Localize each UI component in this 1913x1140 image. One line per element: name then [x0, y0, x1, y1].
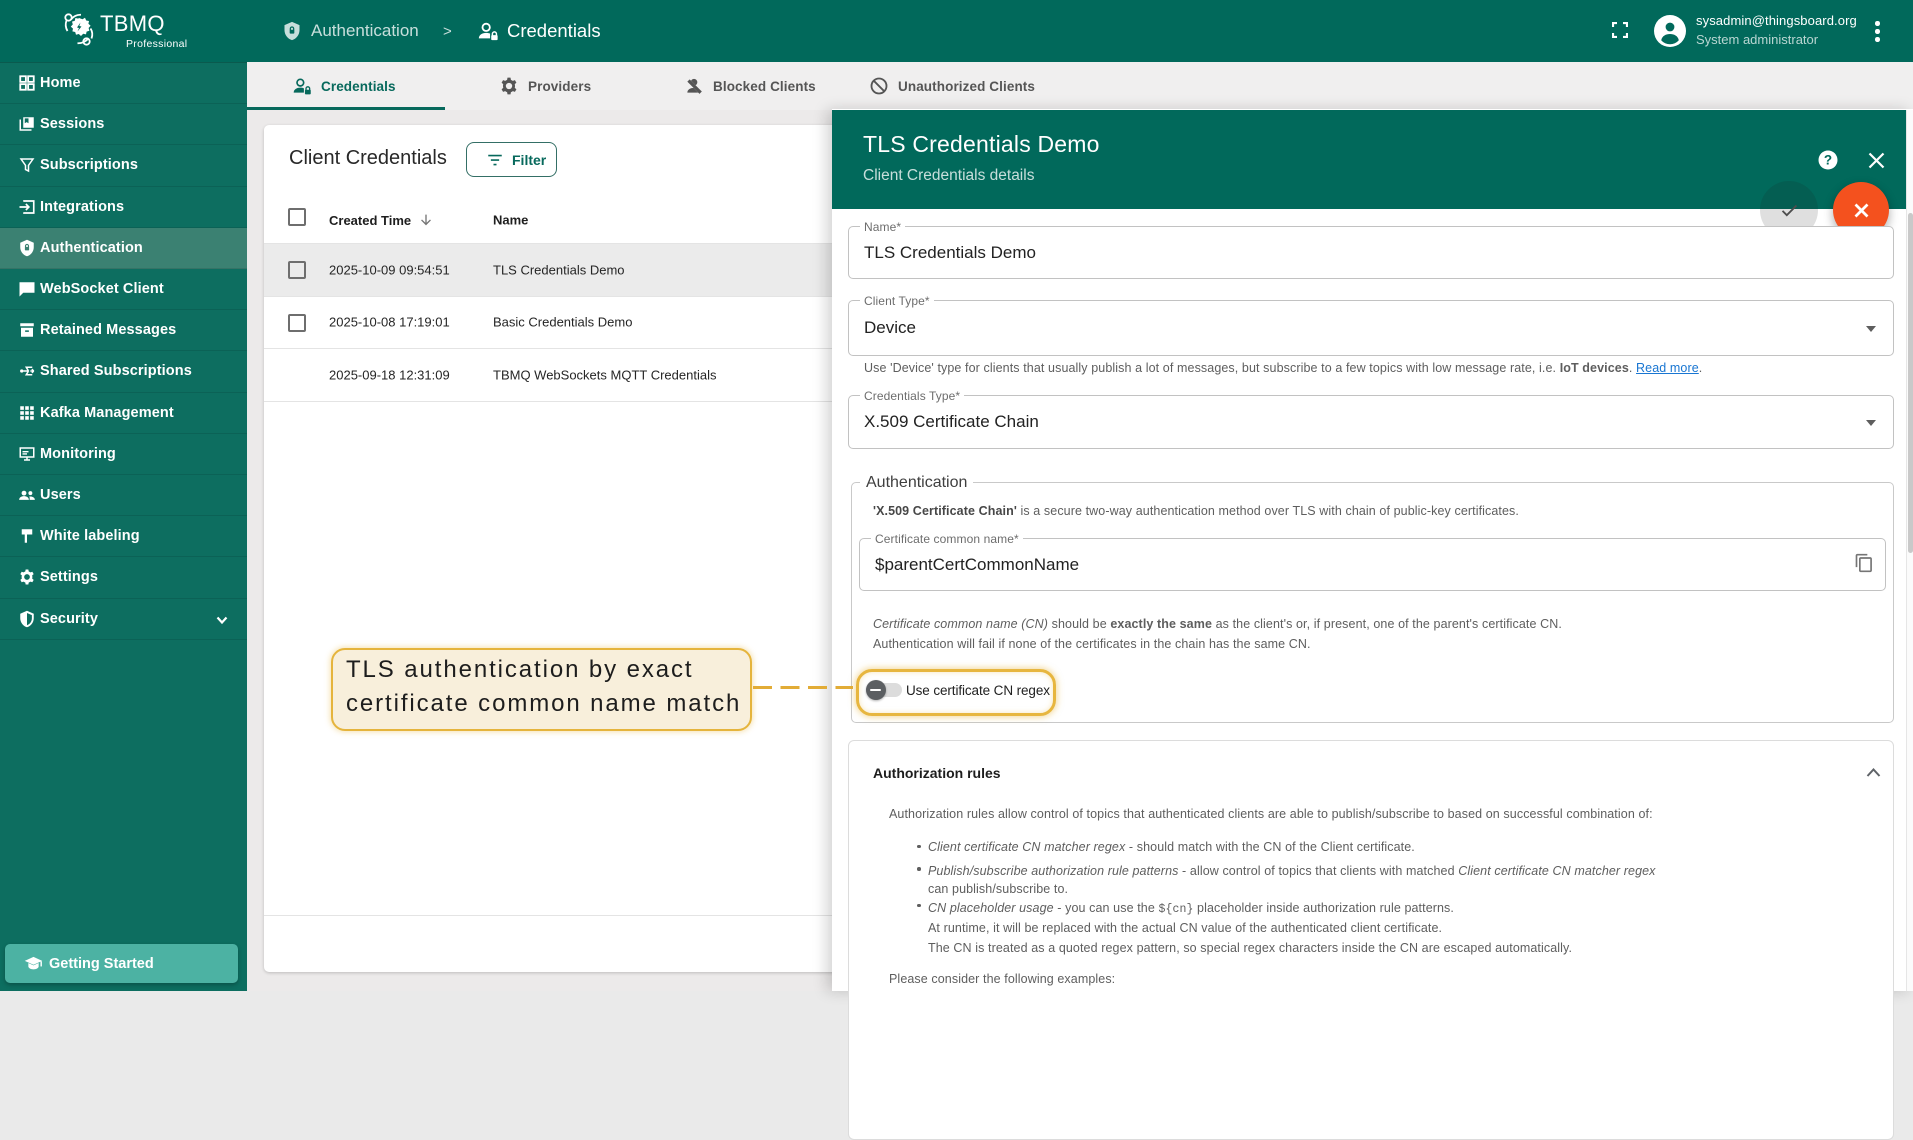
svg-text:?: ?	[1824, 153, 1832, 168]
